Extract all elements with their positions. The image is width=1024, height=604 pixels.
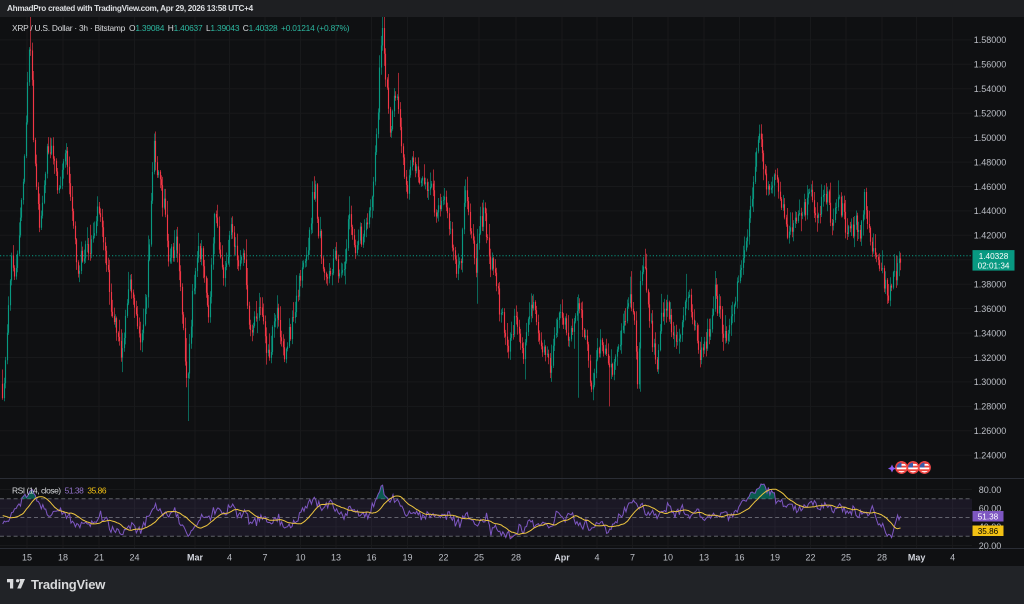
svg-text:18: 18 [58, 553, 68, 563]
svg-text:1.40328: 1.40328 [979, 252, 1009, 261]
svg-text:4: 4 [594, 553, 599, 563]
svg-text:25: 25 [841, 553, 851, 563]
svg-text:22: 22 [438, 553, 448, 563]
svg-text:10: 10 [663, 553, 673, 563]
svg-text:1.48000: 1.48000 [974, 157, 1007, 167]
svg-text:4: 4 [227, 553, 232, 563]
svg-text:02:01:34: 02:01:34 [978, 262, 1010, 271]
svg-text:15: 15 [22, 553, 32, 563]
svg-text:XRP / U.S. Dollar · 3h · Bitst: XRP / U.S. Dollar · 3h · Bitstamp [12, 23, 126, 33]
svg-text:19: 19 [402, 553, 412, 563]
svg-text:1.46000: 1.46000 [974, 182, 1007, 192]
svg-text:1.26000: 1.26000 [974, 426, 1007, 436]
svg-text:28: 28 [511, 553, 521, 563]
svg-text:1.36000: 1.36000 [974, 304, 1007, 314]
svg-text:1.24000: 1.24000 [974, 451, 1007, 461]
svg-text:19: 19 [770, 553, 780, 563]
svg-text:1.30000: 1.30000 [974, 377, 1007, 387]
svg-text:1.56000: 1.56000 [974, 60, 1007, 70]
svg-text:16: 16 [734, 553, 744, 563]
svg-text:16: 16 [366, 553, 376, 563]
svg-text:7: 7 [630, 553, 635, 563]
svg-text:1.52000: 1.52000 [974, 109, 1007, 119]
svg-text:RSI (14, close)51.3835.86: RSI (14, close)51.3835.86 [12, 486, 107, 496]
svg-text:1.38000: 1.38000 [974, 280, 1007, 290]
svg-text:May: May [908, 553, 926, 563]
svg-text:21: 21 [94, 553, 104, 563]
svg-text:1.54000: 1.54000 [974, 84, 1007, 94]
svg-text:22: 22 [805, 553, 815, 563]
svg-text:1.34000: 1.34000 [974, 328, 1007, 338]
svg-text:80.00: 80.00 [979, 485, 1002, 495]
svg-text:1.32000: 1.32000 [974, 353, 1007, 363]
svg-text:Apr: Apr [554, 553, 570, 563]
svg-text:1.58000: 1.58000 [974, 35, 1007, 45]
svg-text:1.50000: 1.50000 [974, 133, 1007, 143]
svg-text:13: 13 [331, 553, 341, 563]
svg-text:10: 10 [295, 553, 305, 563]
svg-text:1.44000: 1.44000 [974, 206, 1007, 216]
svg-text:24: 24 [129, 553, 139, 563]
svg-text:1.28000: 1.28000 [974, 402, 1007, 412]
svg-text:25: 25 [474, 553, 484, 563]
svg-text:51.38: 51.38 [978, 512, 999, 521]
svg-text:7: 7 [262, 553, 267, 563]
svg-text:O1.39084H1.40637L1.39043C1.403: O1.39084H1.40637L1.39043C1.40328+0.01214… [129, 23, 350, 33]
svg-text:1.42000: 1.42000 [974, 231, 1007, 241]
svg-text:28: 28 [877, 553, 887, 563]
svg-text:35.86: 35.86 [978, 527, 999, 536]
svg-text:Mar: Mar [187, 553, 204, 563]
svg-text:20.00: 20.00 [979, 541, 1002, 551]
svg-text:13: 13 [699, 553, 709, 563]
svg-text:4: 4 [950, 553, 955, 563]
